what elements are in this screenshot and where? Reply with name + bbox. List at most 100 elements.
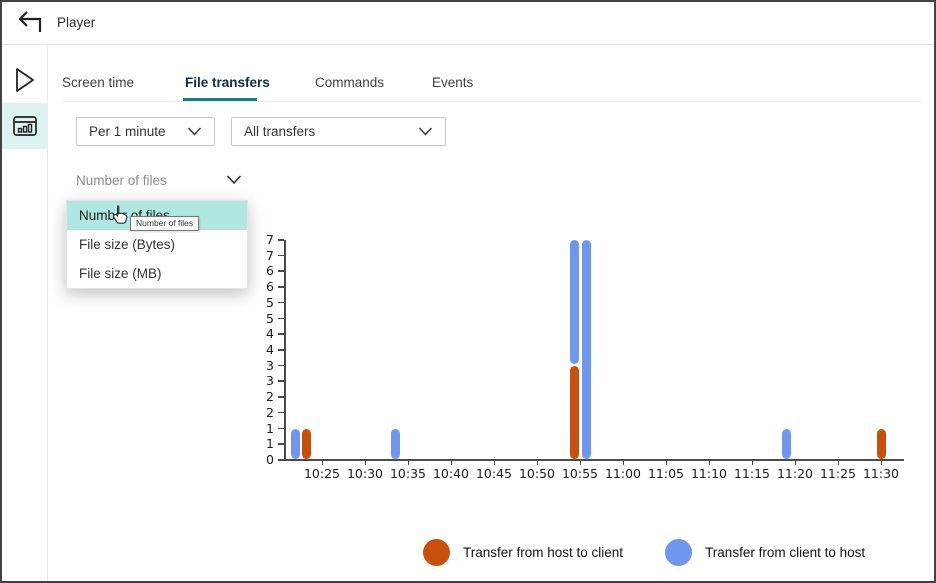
y-axis-tick	[278, 270, 284, 272]
chevron-down-icon	[187, 127, 202, 136]
x-axis-tick	[321, 460, 323, 465]
sidebar-item-statistics[interactable]	[2, 103, 48, 149]
x-axis-tick	[364, 460, 366, 465]
y-axis-tick	[278, 443, 284, 445]
y-axis-tick-label: 7	[266, 247, 274, 263]
transfer-type-dropdown-value: All transfers	[244, 124, 316, 139]
tab-screen-time[interactable]: Screen time	[62, 75, 134, 90]
menu-item-file-size-bytes[interactable]: File size (Bytes)	[67, 230, 247, 259]
transfer-type-dropdown[interactable]: All transfers	[231, 117, 446, 146]
y-axis-tick	[278, 239, 284, 241]
y-axis-tick-label: 1	[266, 420, 274, 436]
bar-segment-client_to_host[interactable]	[570, 240, 580, 364]
chevron-down-icon	[418, 127, 433, 136]
bar-segment-client_to_host[interactable]	[390, 428, 400, 459]
y-axis-tick	[278, 286, 284, 288]
x-axis-tick	[407, 460, 409, 465]
y-axis-tick-label: 4	[266, 326, 274, 342]
x-axis-tick-label: 11:30	[862, 466, 900, 481]
interval-dropdown-value: Per 1 minute	[89, 124, 166, 139]
play-icon	[16, 68, 34, 92]
legend-label: Transfer from client to host	[705, 545, 866, 560]
x-axis-tick	[622, 460, 624, 465]
x-axis-tick	[794, 460, 796, 465]
x-axis-tick	[536, 460, 538, 465]
x-axis-tick-label: 11:25	[819, 466, 857, 481]
tabs-separator	[62, 101, 922, 102]
y-axis-tick-label: 2	[266, 389, 274, 405]
stats-icon	[13, 116, 37, 136]
bar-segment-host_to_client[interactable]	[302, 428, 312, 459]
legend-dot-blue	[665, 539, 693, 566]
y-axis-tick	[278, 254, 284, 257]
legend-label: Transfer from host to client	[463, 545, 624, 560]
x-axis-tick	[751, 460, 753, 465]
menu-item-tooltip: Number of files	[130, 216, 200, 231]
y-axis-tick-label: 5	[266, 294, 274, 310]
sidebar	[2, 46, 48, 581]
x-axis-tick	[880, 460, 882, 465]
x-axis-tick-label: 10:55	[561, 466, 599, 481]
tab-file-transfers[interactable]: File transfers	[185, 75, 270, 90]
cursor-hand-icon	[112, 205, 129, 231]
x-axis-tick-label: 10:45	[475, 466, 513, 481]
y-axis-tick	[278, 349, 284, 351]
legend-entry-client-to-host: Transfer from client to host	[665, 539, 865, 566]
top-bar: Player	[2, 2, 934, 45]
y-axis-tick-label: 0	[266, 452, 274, 467]
y-axis-tick	[278, 427, 284, 430]
metric-dropdown[interactable]: Number of files	[76, 169, 242, 191]
x-axis-tick-label: 10:50	[518, 466, 556, 481]
y-axis-tick	[278, 380, 284, 382]
menu-item-file-size-mb[interactable]: File size (MB)	[67, 259, 247, 288]
legend-entry-host-to-client: Transfer from host to client	[423, 539, 623, 566]
y-axis-tick-label: 6	[266, 279, 274, 295]
back-arrow-icon	[18, 11, 42, 32]
bar-segment-host_to_client[interactable]	[570, 365, 580, 459]
x-axis-tick-label: 10:25	[303, 466, 341, 481]
x-axis-tick	[665, 460, 667, 465]
y-axis-tick	[278, 317, 284, 320]
x-axis-tick	[450, 460, 452, 465]
x-axis-tick	[493, 460, 495, 465]
metric-dropdown-menu: Number of files File size (Bytes) File s…	[66, 200, 248, 289]
chevron-down-icon	[226, 175, 242, 185]
x-axis-tick-label: 10:40	[432, 466, 470, 481]
x-axis-tick-label: 11:00	[604, 466, 642, 481]
y-axis-tick-label: 3	[266, 357, 274, 373]
y-axis-tick	[278, 301, 284, 304]
y-axis-tick-label: 5	[266, 310, 274, 326]
x-axis-tick	[708, 460, 710, 465]
x-axis-tick-label: 11:15	[733, 466, 771, 481]
y-axis-tick-label: 1	[266, 436, 274, 452]
y-axis-tick	[278, 411, 284, 414]
x-axis-tick	[837, 460, 839, 465]
chart-legend: Transfer from host to client Transfer fr…	[423, 539, 865, 566]
sidebar-item-playback[interactable]	[2, 57, 48, 103]
x-axis-tick	[579, 460, 581, 465]
bar-segment-client_to_host[interactable]	[781, 428, 791, 459]
x-axis-tick-label: 11:10	[690, 466, 728, 481]
y-axis-tick	[278, 333, 284, 335]
tab-commands[interactable]: Commands	[315, 75, 384, 90]
bar-segment-client_to_host[interactable]	[581, 240, 591, 459]
y-axis-tick	[278, 459, 284, 461]
back-button[interactable]	[14, 11, 44, 37]
y-axis-line	[284, 240, 286, 461]
y-axis-tick-label: 4	[266, 342, 274, 357]
y-axis-tick-label: 3	[266, 373, 274, 389]
y-axis-tick-label: 6	[266, 263, 274, 279]
x-axis-tick-label: 11:05	[647, 466, 685, 481]
y-axis-tick	[278, 364, 284, 367]
player-window: Player Screen time File transfers Comman…	[0, 0, 936, 583]
y-axis-tick	[278, 396, 284, 398]
interval-dropdown[interactable]: Per 1 minute	[76, 117, 215, 146]
y-axis-tick-label: 2	[266, 404, 274, 420]
metric-dropdown-value: Number of files	[76, 172, 167, 188]
bar-segment-client_to_host[interactable]	[290, 428, 300, 459]
y-axis-tick-label: 7	[266, 232, 274, 247]
legend-dot-orange	[423, 539, 450, 566]
x-axis-line	[284, 459, 904, 461]
tab-events[interactable]: Events	[432, 75, 473, 90]
bar-segment-host_to_client[interactable]	[876, 428, 886, 459]
